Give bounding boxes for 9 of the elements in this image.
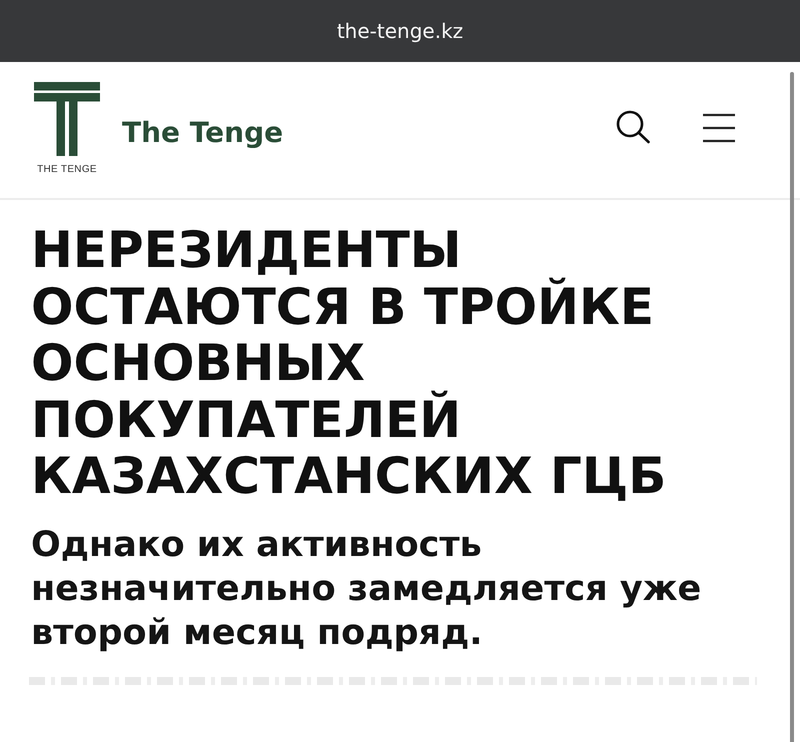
logo-caption: THE TENGE <box>37 164 97 175</box>
logo-icon[interactable] <box>34 82 100 156</box>
url-text[interactable]: the-tenge.kz <box>336 19 464 43</box>
site-name[interactable]: The Tenge <box>122 116 284 149</box>
search-icon[interactable] <box>616 110 650 144</box>
article-subheadline: Однако их активность незначительно замедляется уже второй месяц подряд. <box>31 524 702 654</box>
menu-icon[interactable] <box>702 113 736 143</box>
article-headline: НЕРЕЗИДЕНТЫ ОСТАЮТСЯ В ТРОЙКЕ ОСНОВНЫХ ПОКУПАТЕЛЕЙ КАЗАХСТАНСКИХ ГЦБ <box>31 222 668 504</box>
scrollbar[interactable] <box>790 72 794 742</box>
